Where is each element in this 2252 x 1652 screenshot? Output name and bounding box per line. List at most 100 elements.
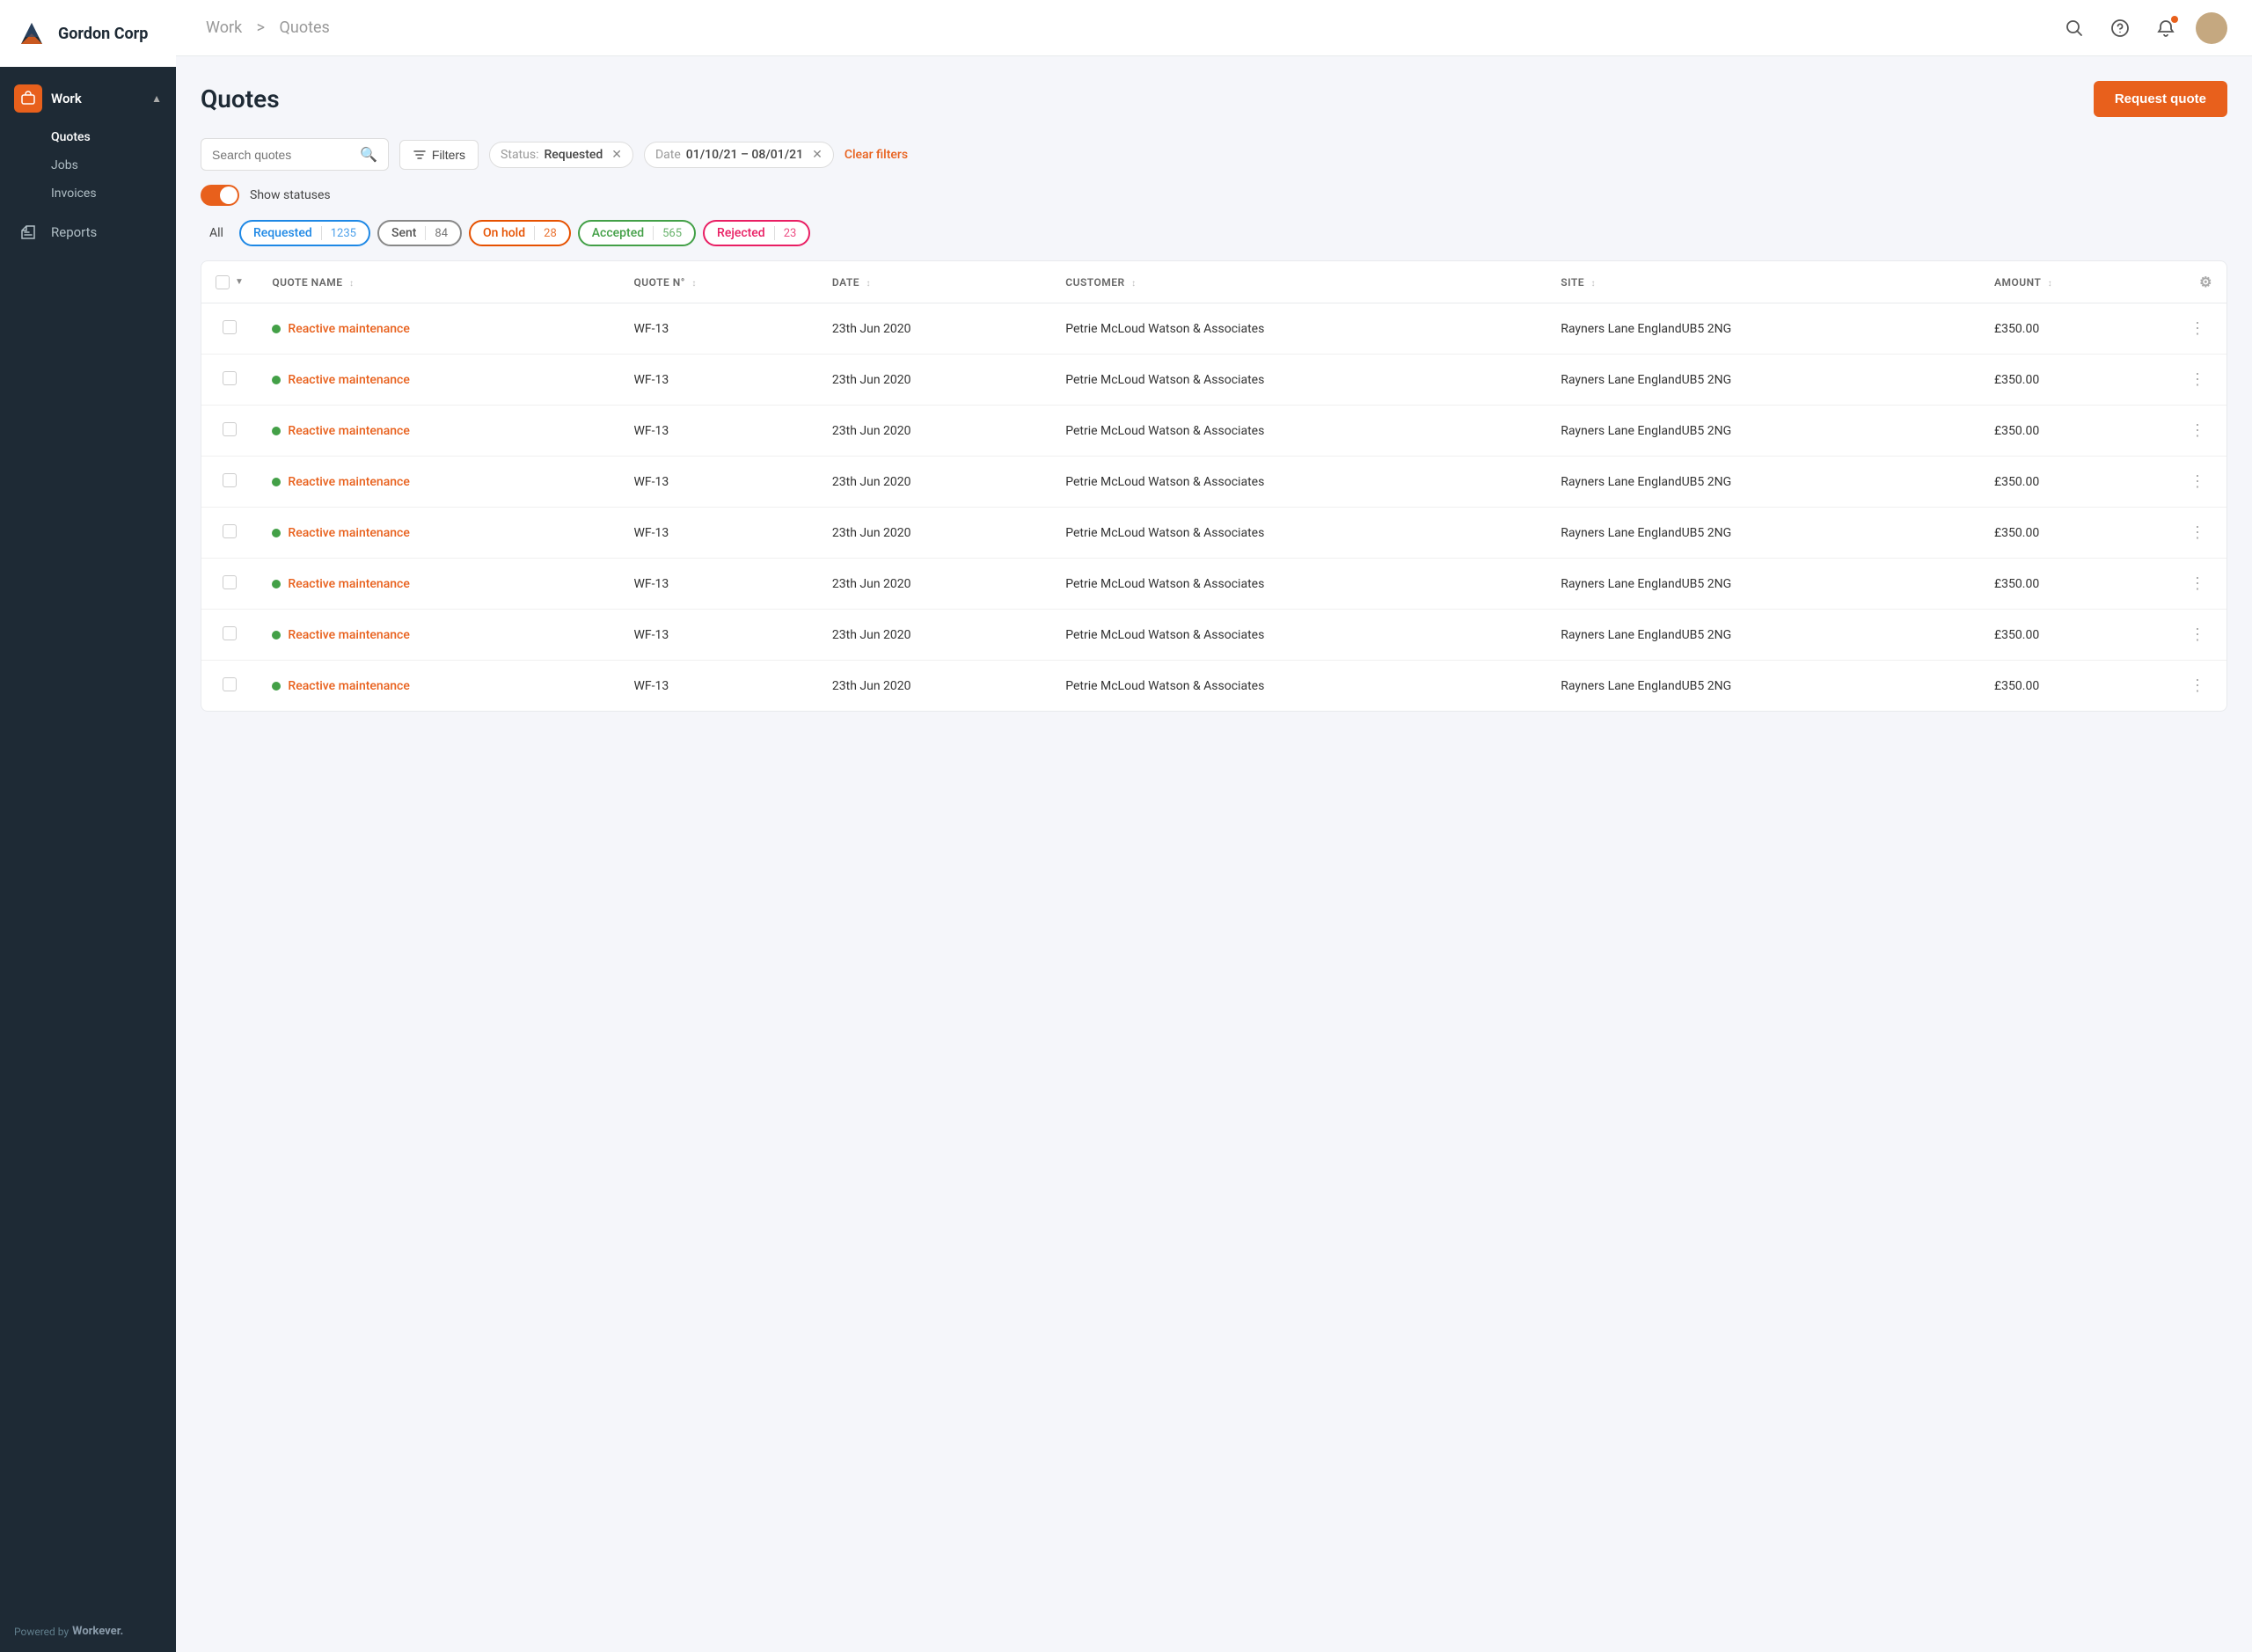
filters-button[interactable]: Filters: [399, 140, 479, 170]
row-site: Rayners Lane EnglandUB5 2NG: [1546, 457, 1980, 508]
status-dot: [272, 478, 281, 486]
sidebar-item-jobs[interactable]: Jobs: [51, 151, 176, 179]
quote-name-link[interactable]: Reactive maintenance: [288, 424, 409, 438]
row-checkbox[interactable]: [223, 473, 237, 487]
search-box[interactable]: 🔍: [201, 138, 389, 171]
quote-name-link[interactable]: Reactive maintenance: [288, 577, 409, 591]
sidebar-navigation: Work ▲ Quotes Jobs Invoices Reports: [0, 67, 176, 1611]
quote-name-link[interactable]: Reactive maintenance: [288, 679, 409, 693]
table-settings-icon[interactable]: ⚙: [2199, 274, 2212, 290]
avatar[interactable]: [2196, 12, 2227, 44]
row-checkbox[interactable]: [223, 422, 237, 436]
date-chip-label: Date: [655, 148, 681, 162]
sort-quote-no-icon: ↕: [691, 279, 697, 289]
row-more-icon[interactable]: ⋮: [2183, 469, 2212, 494]
row-site: Rayners Lane EnglandUB5 2NG: [1546, 303, 1980, 355]
row-date: 23th Jun 2020: [818, 661, 1051, 712]
tab-all[interactable]: All: [201, 221, 232, 245]
tab-on-hold[interactable]: On hold 28: [469, 220, 571, 246]
work-icon: [14, 84, 42, 113]
sort-amount-icon: ↕: [2048, 279, 2053, 289]
notification-button[interactable]: [2150, 12, 2182, 44]
row-date: 23th Jun 2020: [818, 610, 1051, 661]
th-site[interactable]: SITE ↕: [1546, 261, 1980, 303]
row-amount: £350.00: [1980, 457, 2168, 508]
tab-sent[interactable]: Sent 84: [377, 220, 462, 246]
clear-filters-button[interactable]: Clear filters: [844, 148, 908, 162]
tab-requested[interactable]: Requested 1235: [239, 220, 370, 246]
tab-rejected[interactable]: Rejected 23: [703, 220, 810, 246]
row-actions-cell: ⋮: [2168, 508, 2226, 559]
tab-divider: [653, 226, 654, 240]
row-date: 23th Jun 2020: [818, 508, 1051, 559]
row-quote-no: WF-13: [619, 355, 817, 406]
row-checkbox[interactable]: [223, 320, 237, 334]
th-date[interactable]: DATE ↕: [818, 261, 1051, 303]
row-checkbox[interactable]: [223, 524, 237, 538]
row-checkbox[interactable]: [223, 626, 237, 640]
th-select: ▼: [201, 261, 258, 303]
request-quote-button[interactable]: Request quote: [2094, 81, 2227, 117]
quote-name-link[interactable]: Reactive maintenance: [288, 628, 409, 642]
row-more-icon[interactable]: ⋮: [2183, 316, 2212, 341]
status-dot: [272, 580, 281, 588]
quotes-table: ▼ QUOTE NAME ↕ QUOTE N° ↕ DATE ↕: [201, 261, 2226, 711]
row-customer: Petrie McLoud Watson & Associates: [1051, 559, 1546, 610]
powered-by-text: Powered by: [14, 1626, 69, 1638]
date-chip-close-icon[interactable]: ✕: [812, 148, 823, 162]
status-chip-label: Status:: [501, 148, 538, 162]
sidebar-item-invoices[interactable]: Invoices: [51, 179, 176, 208]
quote-name-link[interactable]: Reactive maintenance: [288, 475, 409, 489]
th-quote-no[interactable]: QUOTE N° ↕: [619, 261, 817, 303]
row-quote-name-cell: Reactive maintenance: [258, 406, 619, 457]
th-quote-name[interactable]: QUOTE NAME ↕: [258, 261, 619, 303]
row-more-icon[interactable]: ⋮: [2183, 367, 2212, 392]
help-button[interactable]: [2104, 12, 2136, 44]
quote-name-link[interactable]: Reactive maintenance: [288, 322, 409, 336]
reports-icon: [14, 218, 42, 246]
row-more-icon[interactable]: ⋮: [2183, 673, 2212, 698]
sidebar-item-reports[interactable]: Reports: [0, 208, 176, 257]
row-amount: £350.00: [1980, 406, 2168, 457]
row-more-icon[interactable]: ⋮: [2183, 571, 2212, 596]
show-statuses-toggle[interactable]: [201, 185, 239, 206]
search-button[interactable]: [2058, 12, 2090, 44]
row-date: 23th Jun 2020: [818, 303, 1051, 355]
quote-name-link[interactable]: Reactive maintenance: [288, 373, 409, 387]
sort-site-icon: ↕: [1591, 279, 1597, 289]
row-checkbox[interactable]: [223, 677, 237, 691]
search-input[interactable]: [212, 148, 353, 162]
row-checkbox[interactable]: [223, 575, 237, 589]
top-bar: Work > Quotes: [176, 0, 2252, 56]
notification-dot: [2171, 16, 2178, 23]
table-row: Reactive maintenance WF-13 23th Jun 2020…: [201, 303, 2226, 355]
sidebar-item-quotes[interactable]: Quotes: [51, 123, 176, 151]
work-chevron-icon: ▲: [151, 92, 162, 105]
select-all-chevron-icon[interactable]: ▼: [235, 277, 244, 287]
th-customer[interactable]: CUSTOMER ↕: [1051, 261, 1546, 303]
row-date: 23th Jun 2020: [818, 559, 1051, 610]
th-amount[interactable]: AMOUNT ↕: [1980, 261, 2168, 303]
row-more-icon[interactable]: ⋮: [2183, 418, 2212, 443]
quote-name-link[interactable]: Reactive maintenance: [288, 526, 409, 540]
row-select-cell: [201, 559, 258, 610]
status-chip-close-icon[interactable]: ✕: [611, 148, 622, 162]
row-quote-no: WF-13: [619, 559, 817, 610]
sort-quote-name-icon: ↕: [349, 279, 355, 289]
table-body: Reactive maintenance WF-13 23th Jun 2020…: [201, 303, 2226, 712]
row-more-icon[interactable]: ⋮: [2183, 520, 2212, 545]
row-amount: £350.00: [1980, 661, 2168, 712]
status-dot: [272, 682, 281, 691]
row-checkbox[interactable]: [223, 371, 237, 385]
sidebar-item-work[interactable]: Work ▲: [0, 74, 176, 123]
date-filter-chip[interactable]: Date 01/10/21 – 08/01/21 ✕: [644, 142, 834, 168]
row-more-icon[interactable]: ⋮: [2183, 622, 2212, 647]
content-area: Quotes Request quote 🔍 Filters Status: R…: [176, 56, 2252, 1652]
tab-accepted[interactable]: Accepted 565: [578, 220, 696, 246]
status-filter-chip[interactable]: Status: Requested ✕: [489, 142, 633, 168]
status-dot: [272, 376, 281, 384]
select-all-checkbox[interactable]: [216, 275, 230, 289]
row-select-cell: [201, 406, 258, 457]
powered-by: Powered by Workever.: [0, 1611, 176, 1652]
row-actions-cell: ⋮: [2168, 559, 2226, 610]
